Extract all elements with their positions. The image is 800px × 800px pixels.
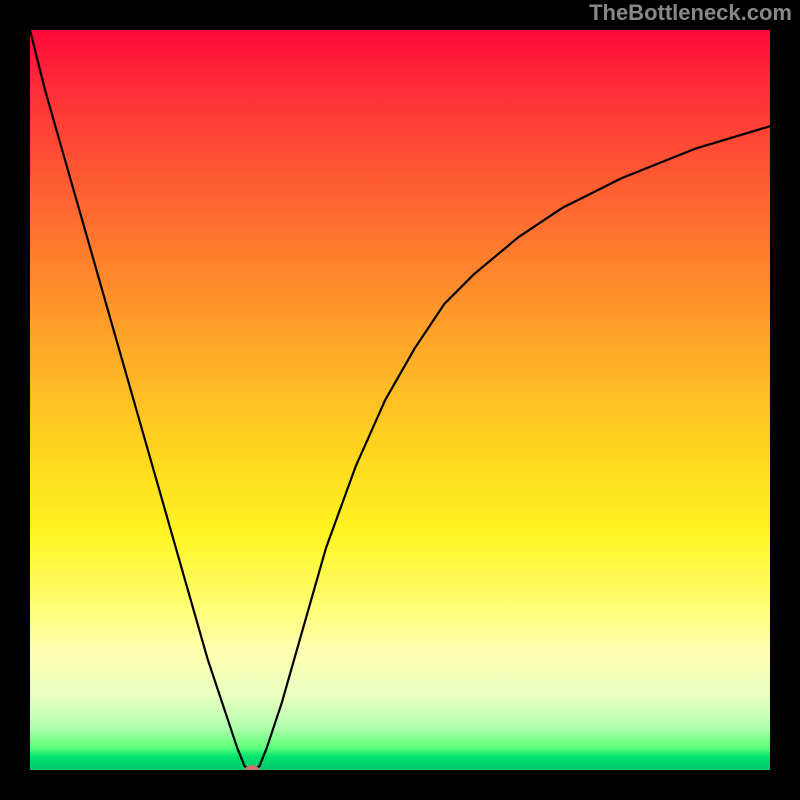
plot-area bbox=[30, 30, 770, 770]
curve-svg bbox=[30, 30, 770, 770]
watermark-label: TheBottleneck.com bbox=[589, 0, 792, 26]
figure-frame: TheBottleneck.com bbox=[0, 0, 800, 800]
bottleneck-curve-path bbox=[30, 30, 770, 770]
minimum-marker-dot bbox=[245, 765, 259, 770]
